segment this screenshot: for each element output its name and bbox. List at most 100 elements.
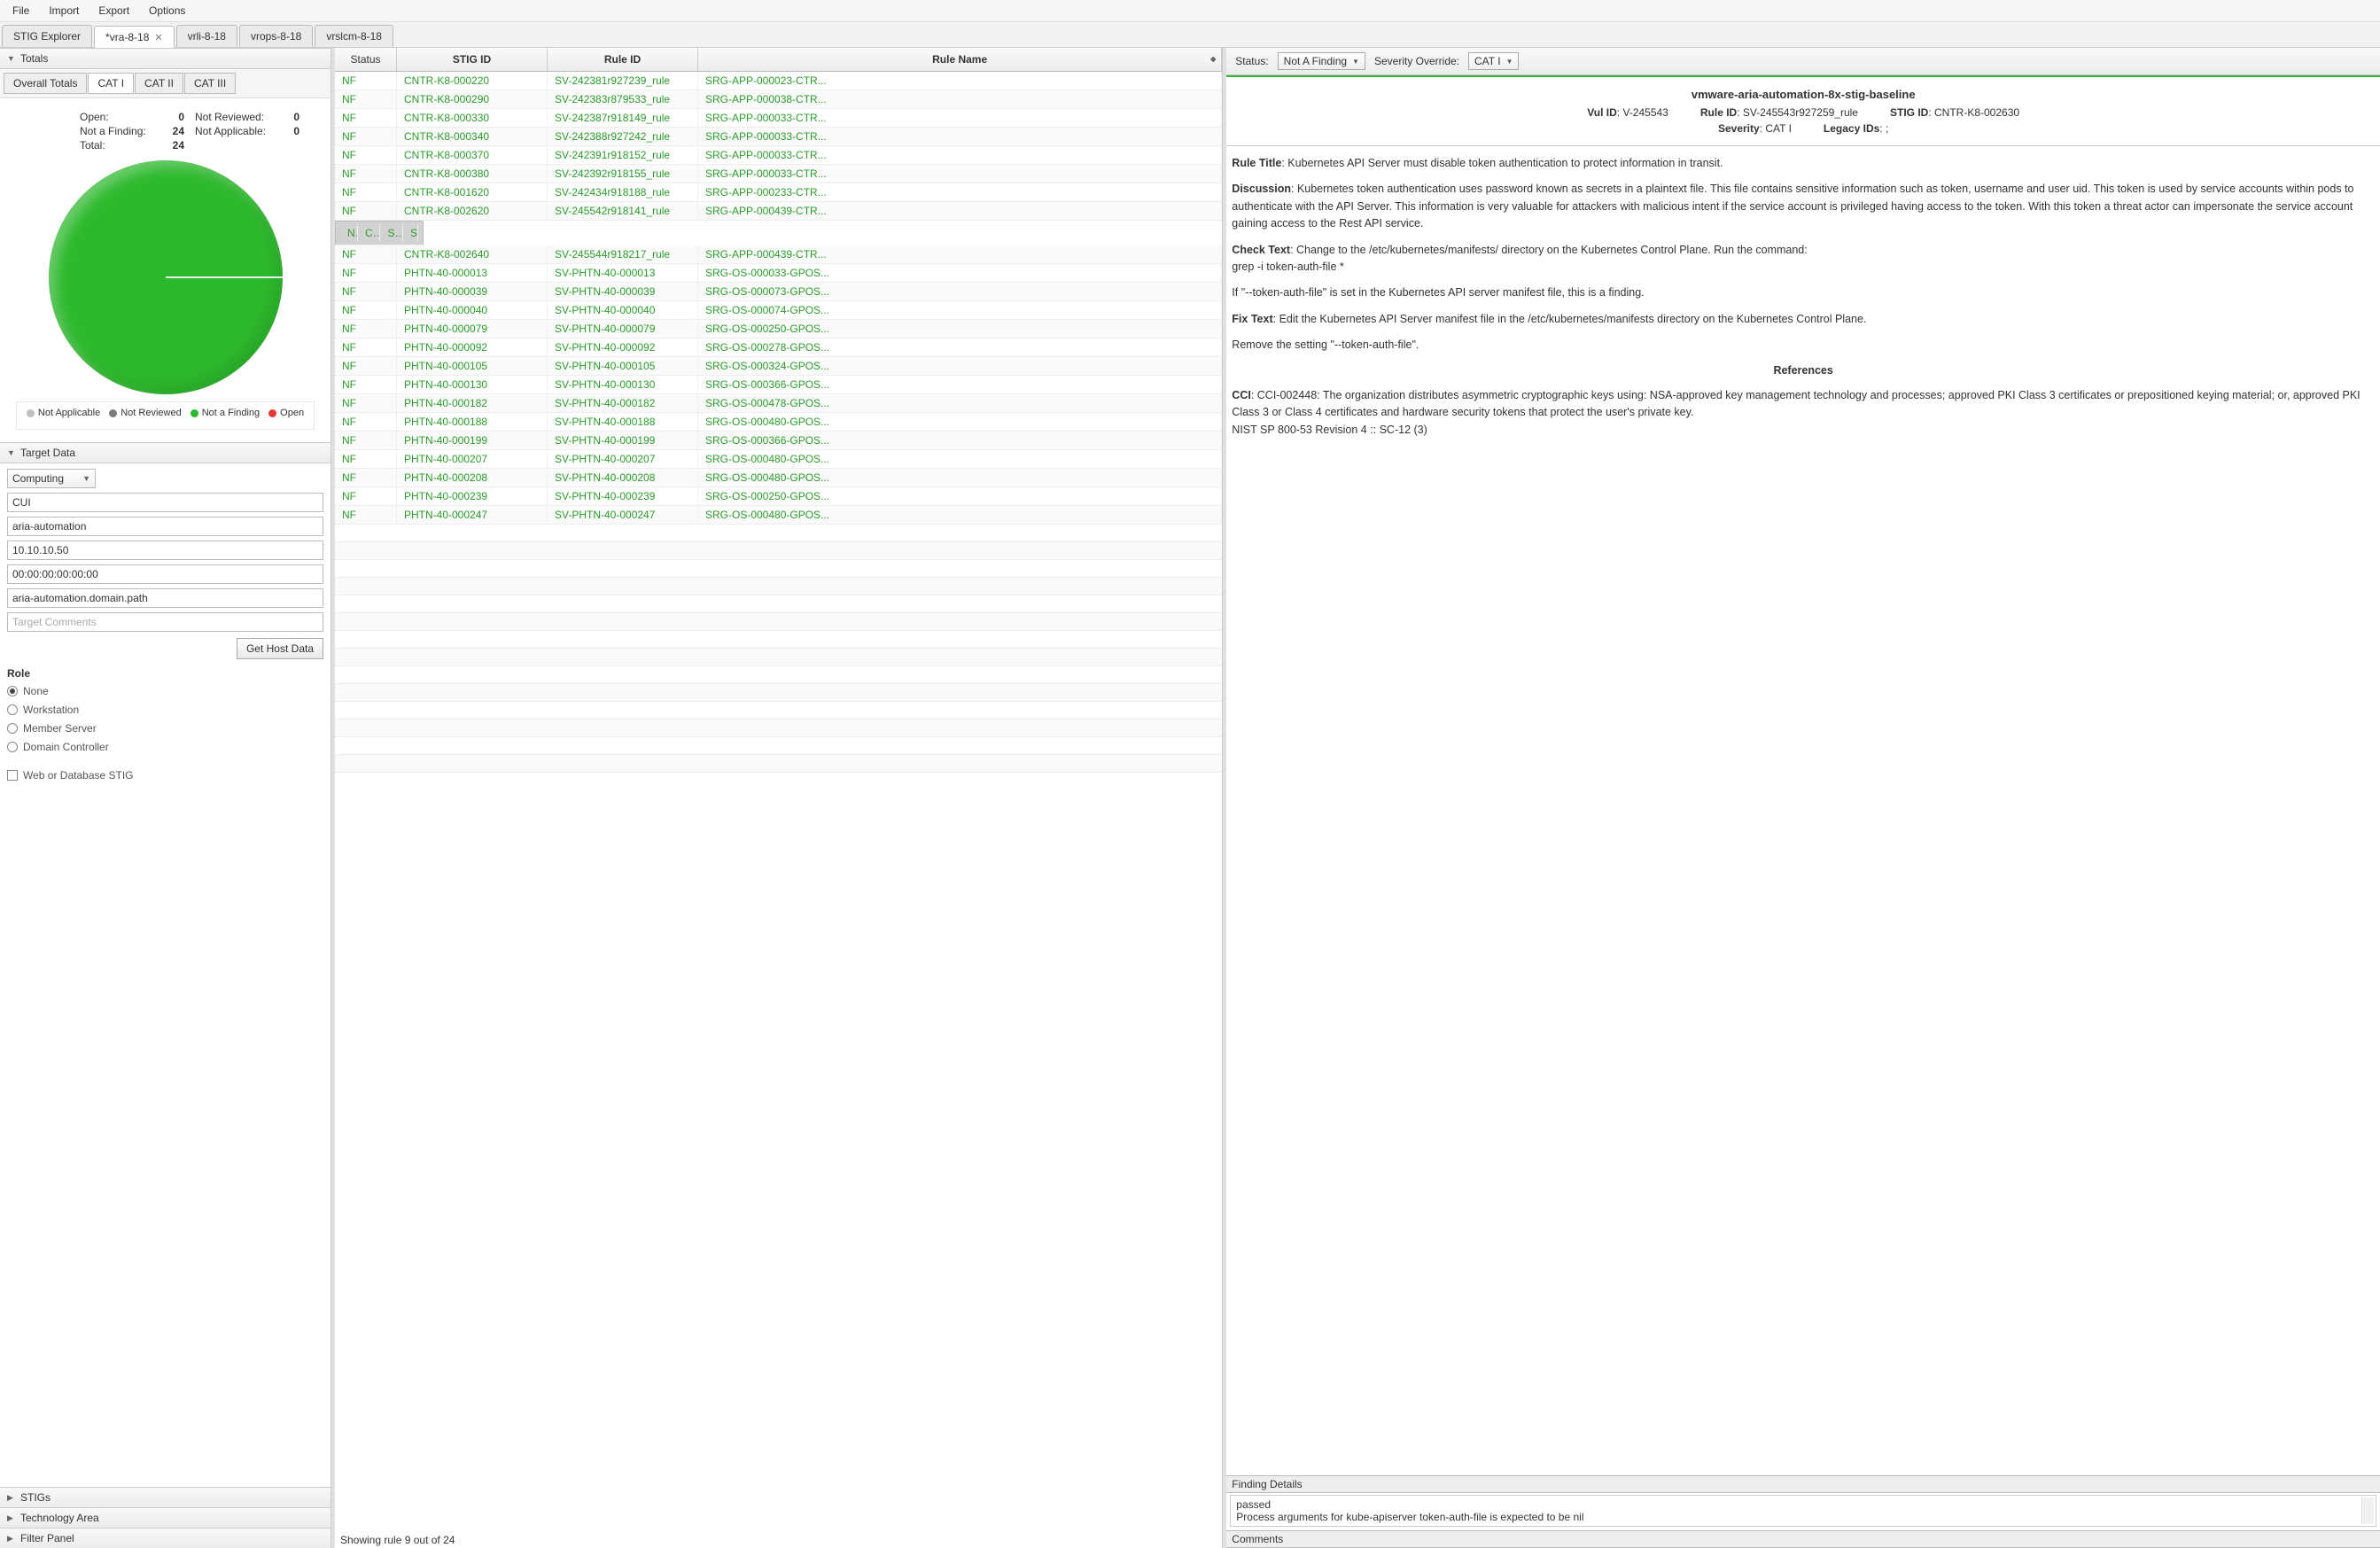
web-db-stig-checkbox[interactable] bbox=[7, 770, 18, 781]
cell-status: NF bbox=[335, 202, 397, 220]
cell-rule-id: SV-PHTN-40-000199 bbox=[548, 432, 698, 449]
table-row[interactable]: NFPHTN-40-000092SV-PHTN-40-000092SRG-OS-… bbox=[335, 338, 1222, 357]
tab-vrops[interactable]: vrops-8-18 bbox=[239, 25, 313, 47]
table-row[interactable]: NFCNTR-K8-002640SV-245544r918217_ruleSRG… bbox=[335, 245, 1222, 264]
rule-meta-2: Severity: CAT I Legacy IDs: ; bbox=[1242, 122, 2364, 135]
cell-status: NF bbox=[335, 183, 397, 201]
table-row[interactable]: NFCNTR-K8-002620SV-245542r918141_ruleSRG… bbox=[335, 202, 1222, 221]
table-row[interactable]: NFPHTN-40-000247SV-PHTN-40-000247SRG-OS-… bbox=[335, 506, 1222, 525]
cell-rule-id: SV-242388r927242_rule bbox=[548, 128, 698, 145]
finding-details-box[interactable]: passed Process arguments for kube-apiser… bbox=[1230, 1495, 2376, 1527]
host-input[interactable]: aria-automation bbox=[7, 517, 323, 536]
cell-stig-id: PHTN-40-000039 bbox=[397, 283, 548, 300]
col-stig-id[interactable]: STIG ID bbox=[397, 48, 548, 71]
table-row[interactable]: NFCNTR-K8-001620SV-242434r918188_ruleSRG… bbox=[335, 183, 1222, 202]
ip-input[interactable]: 10.10.10.50 bbox=[7, 541, 323, 560]
cell-stig-id: PHTN-40-000105 bbox=[397, 357, 548, 375]
role-workstation-radio[interactable] bbox=[7, 704, 18, 715]
role-domain-controller-radio[interactable] bbox=[7, 742, 18, 752]
cell-rule-name: SRG-OS-000366-GPOS... bbox=[698, 376, 1222, 393]
cell-stig-id: PHTN-40-000013 bbox=[397, 264, 548, 282]
cell-status: NF bbox=[335, 128, 397, 145]
cell-rule-id: SV-PHTN-40-000130 bbox=[548, 376, 698, 393]
target-data-header[interactable]: ▼ Target Data bbox=[0, 442, 331, 463]
role-label: Role bbox=[7, 664, 323, 680]
col-rule-id[interactable]: Rule ID bbox=[548, 48, 698, 71]
table-row[interactable]: NFPHTN-40-000188SV-PHTN-40-000188SRG-OS-… bbox=[335, 413, 1222, 432]
menu-options[interactable]: Options bbox=[140, 2, 194, 19]
empty-row bbox=[335, 613, 1222, 631]
table-row[interactable]: NFPHTN-40-000079SV-PHTN-40-000079SRG-OS-… bbox=[335, 320, 1222, 338]
cell-rule-name: SRG-OS-000324-GPOS... bbox=[698, 357, 1222, 375]
status-select[interactable]: Not A Finding▼ bbox=[1278, 52, 1365, 70]
table-row[interactable]: NFCNTR-K8-000380SV-242392r918155_ruleSRG… bbox=[335, 165, 1222, 183]
mac-input[interactable]: 00:00:00:00:00:00 bbox=[7, 564, 323, 584]
table-row[interactable]: NFPHTN-40-000105SV-PHTN-40-000105SRG-OS-… bbox=[335, 357, 1222, 376]
cell-status: NF bbox=[335, 469, 397, 486]
menu-export[interactable]: Export bbox=[89, 2, 138, 19]
table-row[interactable]: NFCNTR-K8-000370SV-242391r918152_ruleSRG… bbox=[335, 146, 1222, 165]
close-icon[interactable]: ✕ bbox=[154, 33, 162, 43]
cat-ii[interactable]: CAT II bbox=[135, 73, 183, 94]
scrollbar[interactable] bbox=[2361, 1497, 2374, 1524]
table-row[interactable]: NFPHTN-40-000208SV-PHTN-40-000208SRG-OS-… bbox=[335, 469, 1222, 487]
cell-rule-name: SRG-OS-000480-GPOS... bbox=[698, 469, 1222, 486]
cell-rule-name: SRG-APP-000033-CTR... bbox=[698, 109, 1222, 127]
table-row[interactable]: NFCNTR-K8-000290SV-242383r879533_ruleSRG… bbox=[335, 90, 1222, 109]
menu-file[interactable]: File bbox=[4, 2, 38, 19]
col-status[interactable]: Status bbox=[335, 48, 397, 71]
cell-status: NF bbox=[335, 90, 397, 108]
cell-rule-id: SV-245543r927259_rule bbox=[380, 224, 403, 242]
filter-panel-header[interactable]: ▶ Filter Panel bbox=[0, 1528, 331, 1548]
cell-rule-id: SV-PHTN-40-000105 bbox=[548, 357, 698, 375]
cat-overall[interactable]: Overall Totals bbox=[4, 73, 87, 94]
table-row[interactable]: NFPHTN-40-000207SV-PHTN-40-000207SRG-OS-… bbox=[335, 450, 1222, 469]
menu-import[interactable]: Import bbox=[40, 2, 88, 19]
table-row[interactable]: NFPHTN-40-000182SV-PHTN-40-000182SRG-OS-… bbox=[335, 394, 1222, 413]
table-row[interactable]: NFCNTR-K8-000330SV-242387r918149_ruleSRG… bbox=[335, 109, 1222, 128]
role-none-radio[interactable] bbox=[7, 686, 18, 696]
totals-header[interactable]: ▼ Totals bbox=[0, 48, 331, 69]
table-row[interactable]: NFCNTR-K8-000220SV-242381r927239_ruleSRG… bbox=[335, 72, 1222, 90]
tab-vrslcm[interactable]: vrslcm-8-18 bbox=[315, 25, 393, 47]
tech-area-header[interactable]: ▶ Technology Area bbox=[0, 1507, 331, 1528]
chevron-right-icon: ▶ bbox=[7, 1534, 16, 1544]
empty-row bbox=[335, 578, 1222, 595]
tab-stig-explorer[interactable]: STIG Explorer bbox=[2, 25, 92, 47]
target-comments-input[interactable]: Target Comments bbox=[7, 612, 323, 632]
cell-status: NF bbox=[335, 338, 397, 356]
cat-i[interactable]: CAT I bbox=[88, 73, 134, 94]
cell-stig-id: PHTN-40-000247 bbox=[397, 506, 548, 524]
role-member-server-radio[interactable] bbox=[7, 723, 18, 734]
table-row[interactable]: NFPHTN-40-000040SV-PHTN-40-000040SRG-OS-… bbox=[335, 301, 1222, 320]
table-row[interactable]: NFPHTN-40-000239SV-PHTN-40-000239SRG-OS-… bbox=[335, 487, 1222, 506]
severity-override-label: Severity Override: bbox=[1374, 55, 1459, 67]
stigs-header[interactable]: ▶ STIGs bbox=[0, 1487, 331, 1507]
computing-select[interactable]: Computing▼ bbox=[7, 469, 96, 488]
tab-vra[interactable]: *vra-8-18✕ bbox=[94, 26, 175, 48]
cell-rule-name: SRG-APP-000038-CTR... bbox=[698, 90, 1222, 108]
empty-row bbox=[335, 631, 1222, 649]
col-rule-name[interactable]: Rule Name bbox=[698, 48, 1222, 71]
get-host-data-button[interactable]: Get Host Data bbox=[237, 638, 323, 659]
cell-rule-name: SRG-OS-000480-GPOS... bbox=[698, 450, 1222, 468]
cui-input[interactable]: CUI bbox=[7, 493, 323, 512]
table-row[interactable]: NFCNTR-K8-000340SV-242388r927242_ruleSRG… bbox=[335, 128, 1222, 146]
fqdn-input[interactable]: aria-automation.domain.path bbox=[7, 588, 323, 608]
table-row[interactable]: NFCNTR-K8-002630SV-245543r927259_ruleSRG… bbox=[335, 221, 424, 245]
cell-rule-id: SV-PHTN-40-000188 bbox=[548, 413, 698, 431]
cell-rule-name: SRG-APP-000033-CTR... bbox=[698, 146, 1222, 164]
tab-vrli[interactable]: vrli-8-18 bbox=[176, 25, 237, 47]
cell-rule-name: SRG-OS-000480-GPOS... bbox=[698, 413, 1222, 431]
table-row[interactable]: NFPHTN-40-000199SV-PHTN-40-000199SRG-OS-… bbox=[335, 432, 1222, 450]
cell-rule-name: SRG-OS-000480-GPOS... bbox=[698, 506, 1222, 524]
severity-select[interactable]: CAT I▼ bbox=[1468, 52, 1519, 70]
table-row[interactable]: NFPHTN-40-000039SV-PHTN-40-000039SRG-OS-… bbox=[335, 283, 1222, 301]
table-row[interactable]: NFPHTN-40-000130SV-PHTN-40-000130SRG-OS-… bbox=[335, 376, 1222, 394]
comments-header: Comments bbox=[1226, 1530, 2380, 1548]
table-row[interactable]: NFPHTN-40-000013SV-PHTN-40-000013SRG-OS-… bbox=[335, 264, 1222, 283]
grid-status: Showing rule 9 out of 24 bbox=[335, 1532, 1222, 1548]
cat-iii[interactable]: CAT III bbox=[184, 73, 236, 94]
finding-details-header: Finding Details bbox=[1226, 1475, 2380, 1493]
empty-row bbox=[335, 720, 1222, 737]
